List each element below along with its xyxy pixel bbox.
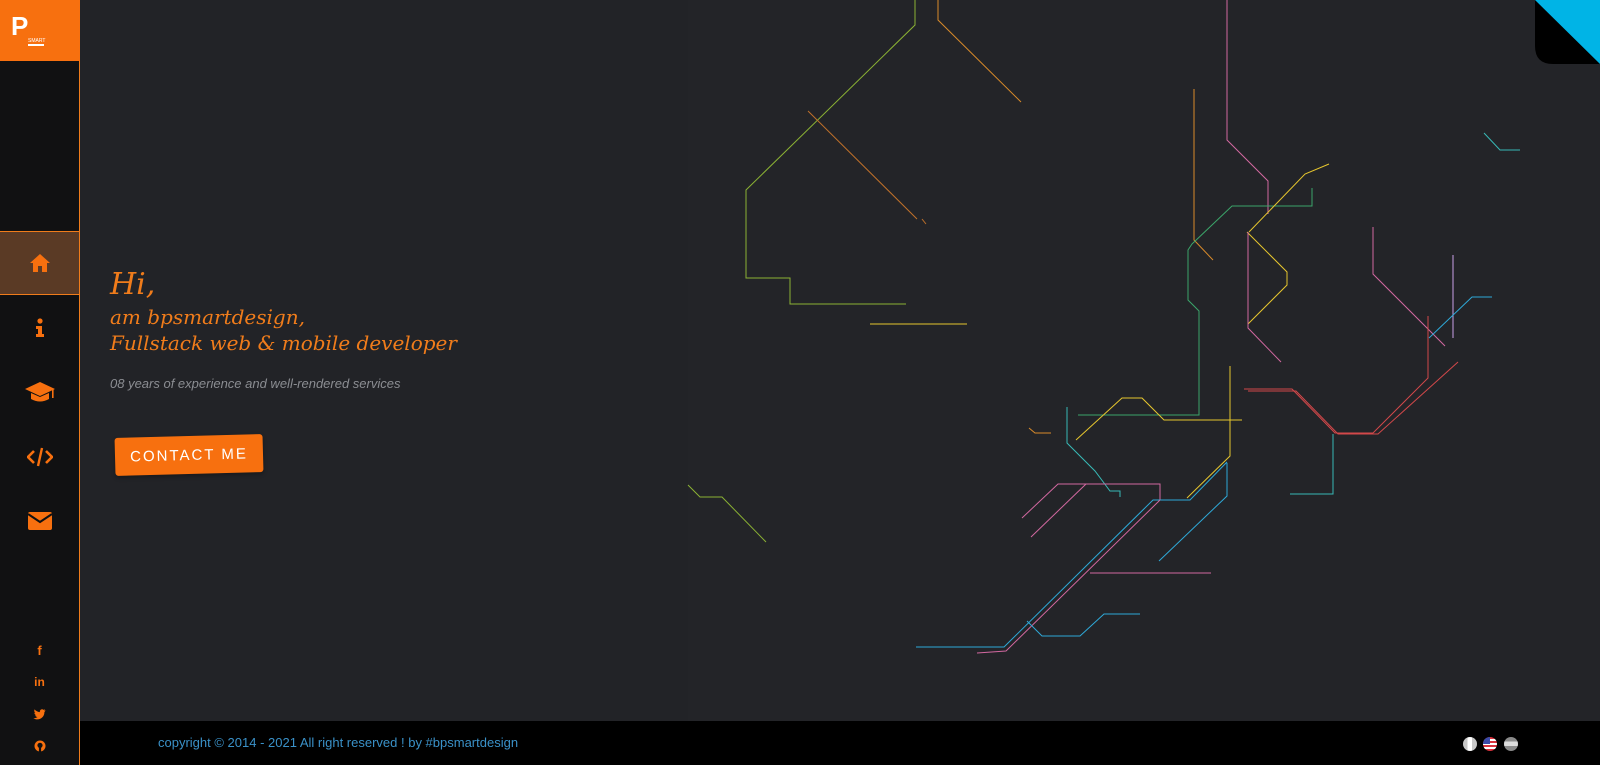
facebook-icon: f [37,642,42,658]
social-facebook[interactable]: f [0,641,79,659]
nav-item-projects[interactable] [0,425,79,489]
home-icon [29,254,50,272]
code-icon [26,447,53,467]
language-flag-icon[interactable] [1504,737,1518,751]
us-flag-icon[interactable] [1483,737,1497,751]
nav-item-contact[interactable] [0,489,79,553]
hero-greeting: Hi, [110,267,156,302]
corner-ribbon-shape [1535,0,1600,64]
hero-tagline: 08 years of experience and well-rendered… [110,376,401,391]
hero-name-line: am bpsmartdesign, [110,305,305,329]
logo-small-text: SMART [28,38,45,44]
nav-item-education[interactable] [0,360,79,424]
main-content [80,0,1600,721]
social-linkedin[interactable]: in [0,673,79,691]
graduation-cap-icon [24,382,55,402]
hero-role-line: Fullstack web & mobile developer [110,331,457,355]
decorative-circuit-lines [687,0,1520,654]
info-icon [35,318,44,337]
logo-bar [28,44,44,46]
brand-logo[interactable]: P SMART [0,0,80,61]
sidebar: P SMART f in [0,0,80,765]
linkedin-icon: in [34,675,45,689]
nav-item-about[interactable] [0,296,79,360]
footer: copyright © 2014 - 2021 All right reserv… [80,721,1600,765]
envelope-icon [26,512,53,530]
logo-letter: P [11,11,28,41]
hero-heading: Hi, am bpsmartdesign, Fullstack web & mo… [110,268,457,356]
corner-ribbon[interactable] [1535,0,1600,64]
logo-icon: P SMART [11,11,45,46]
social-github[interactable] [0,737,79,755]
github-icon [34,740,45,752]
twitter-icon [33,708,46,719]
social-twitter[interactable] [0,705,79,723]
nav-item-home[interactable] [0,231,79,295]
copyright-text: copyright © 2014 - 2021 All right reserv… [158,735,519,750]
contact-me-button[interactable]: CONTACT ME [114,434,264,476]
french-flag-icon[interactable] [1463,737,1477,751]
